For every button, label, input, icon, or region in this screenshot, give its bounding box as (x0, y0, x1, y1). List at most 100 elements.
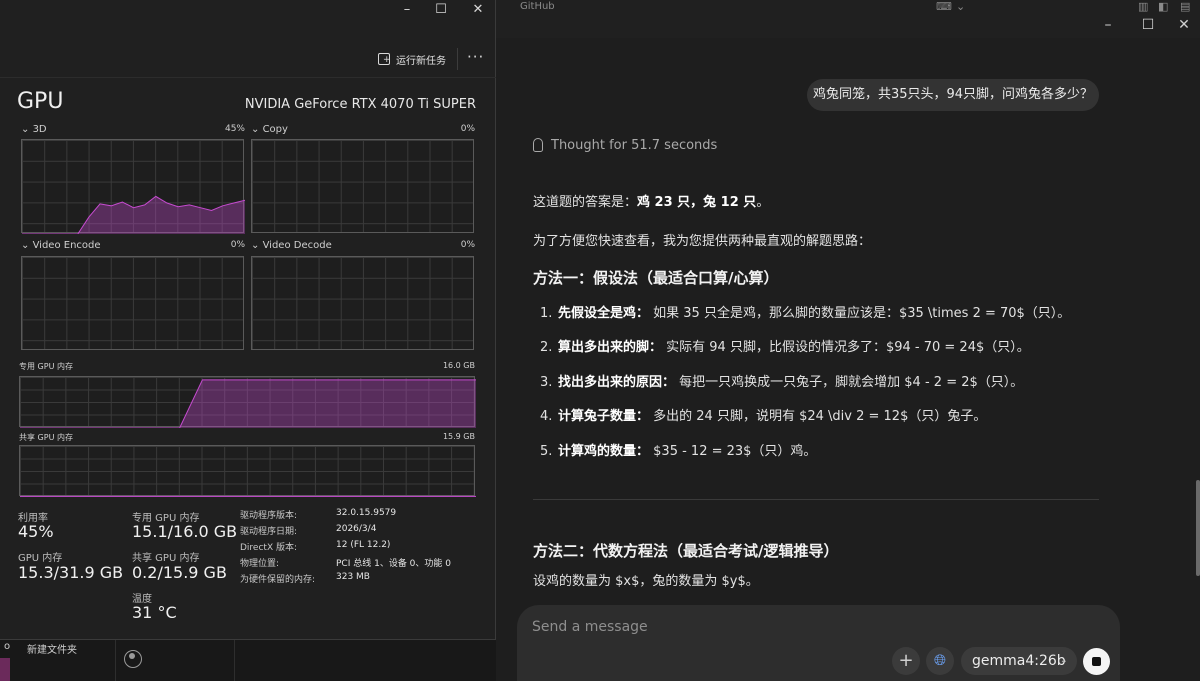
close-icon[interactable]: ✕ (1164, 17, 1200, 33)
answer-summary: 这道题的答案是：鸡 23 只，兔 12 只。 (533, 191, 769, 210)
method1-step: 1. 先假设全是鸡： 如果 35 只全是鸡，那么脚的数量应该是：$35 \time… (540, 302, 1070, 321)
shared-memory-label: 共享 GPU 内存 (19, 433, 73, 442)
step-number: 2. (540, 340, 553, 355)
graph-video-decode (251, 256, 474, 350)
user-message-bubble: 鸡兔同笼，共35只头，94只脚，问鸡兔各多少？ (807, 79, 1099, 111)
driver-version-value: 32.0.15.9579 (336, 508, 397, 518)
chevron-down-icon: ⌄ (1059, 655, 1068, 666)
maximize-icon[interactable]: ☐ (423, 2, 459, 18)
method1-step: 3. 找出多出来的原因： 每把一只鸡换成一只兔子，脚就会增加 $4 - 2 = 2… (540, 371, 1023, 390)
minimize-icon[interactable]: – (389, 2, 425, 18)
graph-3d-series-area (22, 196, 245, 234)
step-bold: 找出多出来的原因： (558, 375, 676, 390)
add-attachment-button[interactable]: + (892, 647, 920, 675)
answer-intro: 为了方便您快速查看，我为您提供两种最直观的解题思路： (533, 234, 872, 249)
engine-percent: 0% (230, 240, 245, 250)
directx-version-label: DirectX 版本: (240, 543, 298, 553)
layout-split-icon[interactable]: ◧ (1158, 0, 1168, 13)
engine-label: Video Decode (262, 240, 332, 251)
thought-label: Thought for 51.7 seconds (551, 137, 718, 153)
new-task-icon (378, 53, 391, 65)
run-new-task-label: 运行新任务 (396, 55, 446, 67)
plus-icon: + (898, 650, 914, 671)
layout-right-icon[interactable]: ▤ (1180, 0, 1190, 13)
engine-selector-video-encode[interactable]: ⌄ Video Encode (21, 240, 101, 251)
chat-window-titlebar: – ☐ ✕ (496, 14, 1200, 38)
engine-selector-3d[interactable]: ⌄ 3D (21, 124, 47, 135)
minimize-icon[interactable]: – (1088, 17, 1128, 33)
engine-selector-video-decode[interactable]: ⌄ Video Decode (251, 240, 332, 251)
physical-location-value: PCI 总线 1、设备 0、功能 0 (336, 559, 451, 569)
lightbulb-icon (533, 138, 543, 152)
step-number: 4. (540, 409, 553, 424)
engine-percent: 0% (460, 124, 475, 134)
step-text: 如果 35 只全是鸡，那么脚的数量应该是：$35 \times 2 = 70$（… (653, 306, 1071, 321)
dedicated-memory-max: 16.0 GB (442, 361, 475, 370)
step-bold: 计算兔子数量： (558, 409, 650, 424)
method1-step: 4. 计算兔子数量： 多出的 24 只脚，说明有 $24 \div 2 = 12$… (540, 405, 986, 424)
page-title: GPU (17, 89, 64, 114)
globe-icon: 🌐︎ (933, 651, 946, 669)
answer-prefix: 这道题的答案是： (533, 195, 638, 210)
directx-version-value: 12 (FL 12.2) (336, 540, 391, 550)
desktop-divider (234, 640, 235, 681)
method1-step: 2. 算出多出来的脚： 实际有 94 只脚，比假设的情况多了：$94 - 70 =… (540, 336, 1030, 355)
layout-left-icon[interactable]: ▥ (1138, 0, 1148, 13)
close-icon[interactable]: ✕ (460, 2, 496, 18)
engine-percent: 0% (460, 240, 475, 250)
utilization-value: 45% (18, 522, 54, 541)
step-text: $35 - 12 = 23$（只）鸡。 (653, 444, 817, 459)
model-name: gemma4:26b (972, 653, 1066, 669)
step-bold: 先假设全是鸡： (558, 306, 650, 321)
reserved-memory-value: 323 MB (336, 572, 370, 582)
dedicated-memory-stat-value: 15.1/16.0 GB (132, 522, 238, 541)
step-number: 1. (540, 306, 553, 321)
message-input[interactable]: Send a message (532, 619, 648, 635)
shared-memory-plot (20, 495, 476, 497)
gpu-memory-value: 15.3/31.9 GB (18, 563, 124, 582)
user-avatar-icon[interactable] (124, 650, 142, 668)
browser-tab-strip (496, 0, 1200, 14)
physical-location-label: 物理位置: (240, 559, 280, 569)
engine-label: Copy (262, 124, 288, 135)
method1-heading: 方法一：假设法（最适合口算/心算） (533, 269, 779, 287)
stop-icon (1092, 657, 1101, 666)
gpu-memory-label: GPU 内存 (18, 553, 63, 564)
engine-selector-copy[interactable]: ⌄ Copy (251, 124, 288, 135)
shared-memory-max: 15.9 GB (442, 432, 475, 441)
model-selector[interactable]: gemma4:26b ⌄ (961, 647, 1077, 675)
desktop-divider (115, 640, 116, 681)
desktop-wallpaper-strip (0, 658, 10, 681)
web-search-button[interactable]: 🌐︎ (926, 647, 954, 675)
dedicated-memory-series-area (20, 379, 476, 428)
graph-shared-memory (19, 445, 476, 497)
driver-version-label: 驱动程序版本: (240, 511, 298, 521)
driver-date-value: 2026/3/4 (336, 524, 377, 534)
run-new-task-button[interactable]: 运行新任务 (378, 50, 446, 68)
toolbar-separator (457, 48, 458, 70)
temperature-value: 31 °C (132, 603, 177, 622)
chat-bubble-icon[interactable]: ⌨ (936, 0, 952, 13)
step-text: 每把一只鸡换成一只兔子，脚就会增加 $4 - 2 = 2$（只）。 (679, 375, 1024, 390)
method2-line: 设鸡的数量为 $x$，兔的数量为 $y$。 (533, 574, 759, 589)
step-bold: 计算鸡的数量： (558, 444, 650, 459)
shared-memory-stat-value: 0.2/15.9 GB (132, 563, 227, 582)
task-manager-window: – ☐ ✕ 运行新任务 ··· GPU NVIDIA GeForce RTX 4… (0, 0, 496, 640)
screen: GitHub ⌨ ⌄ ▥ ◧ ▤ – ☐ ✕ 鸡兔同笼，共35只头，94只脚，问… (0, 0, 1200, 681)
step-number: 3. (540, 375, 553, 390)
method2-heading: 方法二：代数方程法（最适合考试/逻辑推导） (533, 542, 839, 560)
engine-percent: 45% (224, 124, 245, 134)
engine-label: 3D (32, 124, 47, 135)
engine-label: Video Encode (32, 240, 101, 251)
new-folder-item[interactable]: 新建文件夹 (27, 641, 77, 656)
maximize-icon[interactable]: ☐ (1128, 17, 1168, 33)
reserved-memory-label: 为硬件保留的内存: (240, 575, 316, 585)
graph-video-encode (21, 256, 244, 350)
browser-tab-github[interactable]: GitHub (520, 1, 555, 12)
more-options-icon[interactable]: ··· (467, 48, 484, 66)
stop-generation-button[interactable] (1083, 648, 1110, 675)
chat-scrollbar[interactable] (1196, 480, 1200, 576)
thought-toggle[interactable]: Thought for 51.7 seconds (533, 136, 717, 154)
chevron-down-icon[interactable]: ⌄ (956, 0, 965, 13)
step-text: 实际有 94 只脚，比假设的情况多了：$94 - 70 = 24$（只）。 (666, 340, 1030, 355)
